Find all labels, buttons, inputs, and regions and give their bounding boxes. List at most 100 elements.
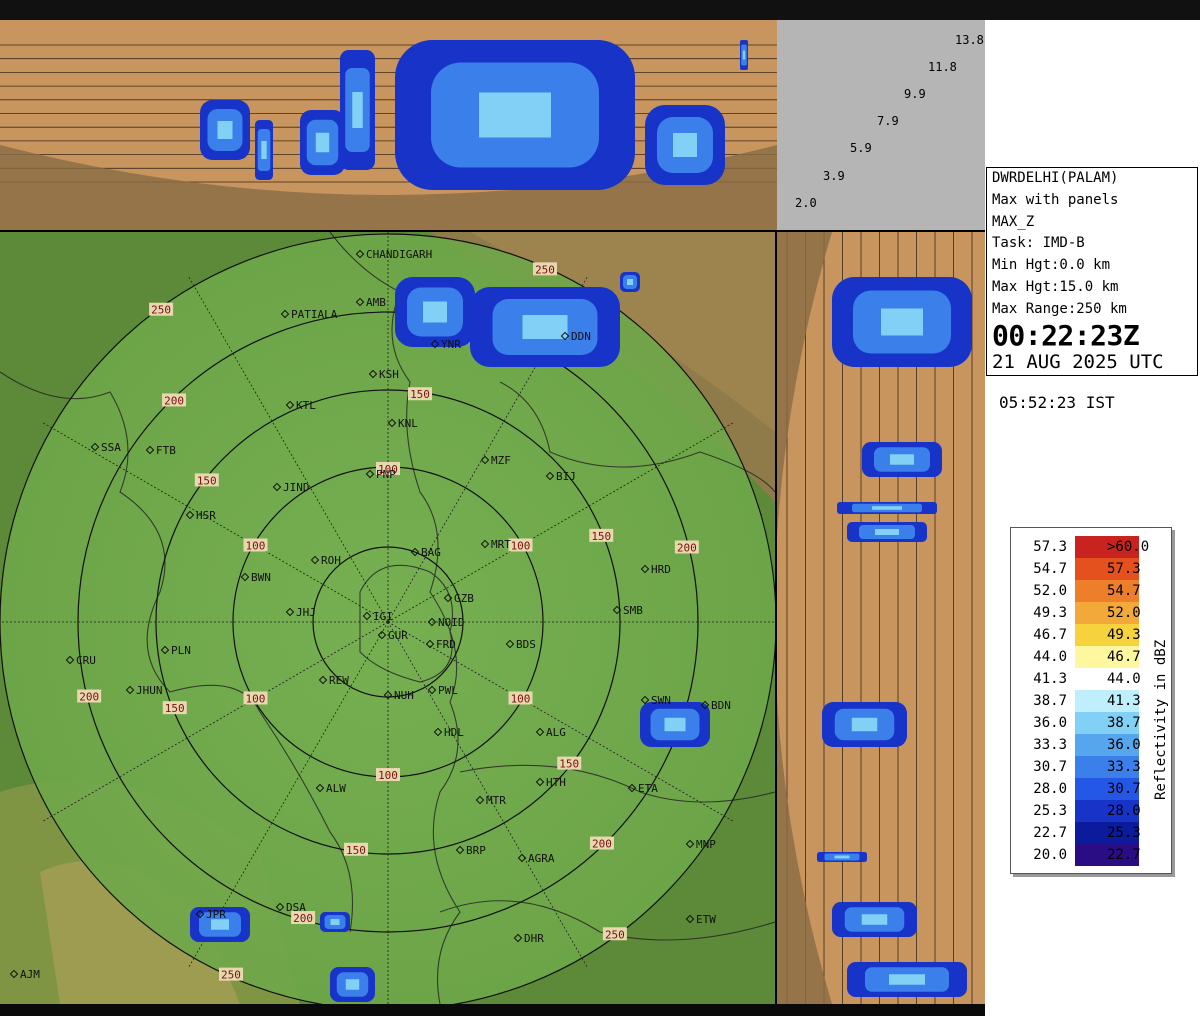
side-echoes	[817, 277, 972, 997]
top-echo	[200, 100, 250, 160]
legend-row: 36.0 38.7	[1019, 712, 1141, 734]
city-label: ETW	[696, 913, 716, 926]
top-echo	[255, 120, 273, 180]
range-ring-label: 150	[410, 388, 430, 401]
city-label: BAG	[421, 546, 441, 559]
city-label: PNP	[376, 468, 396, 481]
city-label: BIJ	[556, 470, 576, 483]
radar-ppi-map: 100 100 100 100 100 100 150 150 150 150 150 150 200 2…	[0, 232, 775, 1004]
range-ring-label: 100	[246, 693, 266, 706]
height-label-5: 5.9	[850, 141, 872, 155]
city-label: SMB	[623, 604, 643, 617]
legend-high-value: 49.3	[1107, 627, 1141, 643]
city-label: NOID	[438, 616, 465, 629]
legend-high-value: 52.0	[1107, 605, 1141, 621]
city-label: HSR	[196, 509, 216, 522]
height-label-7: 2.0	[795, 196, 817, 210]
legend-low-value: 28.0	[1033, 781, 1067, 797]
height-label-4: 7.9	[877, 114, 899, 128]
top-echo	[395, 40, 635, 190]
legend-high-value: 25.3	[1107, 825, 1141, 841]
legend-row: 28.0 30.7	[1019, 778, 1141, 800]
city-label: KSH	[379, 368, 399, 381]
range-ring-label: 100	[246, 540, 266, 553]
city-label: BDS	[516, 638, 536, 651]
range-ring-label: 250	[605, 928, 625, 941]
city-label: CHANDIGARH	[366, 248, 432, 261]
legend-low-value: 33.3	[1033, 737, 1067, 753]
city-label: KTL	[296, 399, 316, 412]
reflectivity-legend: Reflectivity in dBZ 57.3 >60.0 54.7 57.3 52.…	[1010, 527, 1172, 874]
legend-row: 52.0 54.7	[1019, 580, 1141, 602]
city-label: ALG	[546, 726, 566, 739]
city-label: DHR	[524, 932, 544, 945]
station-name: DWRDELHI(PALAM)	[992, 170, 1119, 186]
legend-low-value: 22.7	[1033, 825, 1067, 841]
city-label: BDN	[711, 699, 731, 712]
legend-low-value: 41.3	[1033, 671, 1067, 687]
range-ring-label: 200	[677, 541, 697, 554]
legend-row: 46.7 49.3	[1019, 624, 1141, 646]
city-label: JHUN	[136, 684, 163, 697]
city-label: ETA	[638, 782, 658, 795]
city-label: GUR	[388, 629, 408, 642]
legend-row: 41.3 44.0	[1019, 668, 1141, 690]
legend-high-value: 57.3	[1107, 561, 1141, 577]
min-height: Min Hgt:0.0 km	[992, 257, 1111, 274]
top-echo	[300, 110, 345, 175]
city-label: PATIALA	[291, 308, 338, 321]
max-range: Max Range:250 km	[992, 300, 1127, 317]
top-echoes	[200, 40, 748, 190]
legend-row: 44.0 46.7	[1019, 646, 1141, 668]
range-ring-label: 250	[535, 263, 555, 276]
legend-high-value: >60.0	[1107, 539, 1150, 555]
range-ring-label: 250	[151, 304, 171, 317]
city-label: HRD	[651, 563, 671, 576]
side-echo	[837, 502, 937, 514]
legend-high-value: 30.7	[1107, 781, 1141, 797]
city-label: MRT	[491, 538, 511, 551]
city-label: ALW	[326, 782, 346, 795]
city-label: CRU	[76, 654, 96, 667]
radar-map-svg: 1001001001001001001501501501501501502002…	[0, 232, 775, 1004]
height-label-3: 9.9	[904, 87, 926, 101]
legend-low-value: 49.3	[1033, 605, 1067, 621]
legend-high-value: 44.0	[1107, 671, 1141, 687]
city-label: DDN	[571, 330, 591, 343]
city-label: JHJ	[296, 606, 316, 619]
legend-low-value: 46.7	[1033, 627, 1067, 643]
range-ring-label: 200	[293, 912, 313, 925]
side-cross-section-svg	[777, 232, 973, 1004]
map-echo	[620, 272, 640, 292]
utc-time: 00:22:23Z	[992, 318, 1140, 352]
city-label: AJM	[20, 968, 40, 981]
legend-low-value: 30.7	[1033, 759, 1067, 775]
range-ring-label: 200	[164, 394, 184, 407]
height-scale-panel: 13.8 11.8 9.9 7.9 5.9 3.9 2.0	[777, 20, 985, 230]
range-ring-label: 150	[197, 474, 217, 487]
height-label-6: 3.9	[823, 169, 845, 183]
height-label-1: 13.8	[955, 33, 984, 47]
legend-high-value: 41.3	[1107, 693, 1141, 709]
range-ring-label: 250	[221, 969, 241, 982]
legend-low-value: 57.3	[1033, 539, 1067, 555]
product-name: Max with panels	[992, 191, 1119, 208]
side-echo	[862, 442, 942, 477]
top-echo	[645, 105, 725, 185]
legend-row: 49.3 52.0	[1019, 602, 1141, 624]
map-echo	[470, 287, 620, 367]
range-ring-label: 200	[79, 691, 99, 704]
field-name: MAX_Z	[992, 213, 1035, 230]
legend-row: 54.7 57.3	[1019, 558, 1141, 580]
range-ring-label: 100	[511, 693, 531, 706]
city-label: FTB	[156, 444, 176, 457]
city-label: AGRA	[528, 852, 555, 865]
city-label: AMB	[366, 296, 386, 309]
legend-high-value: 54.7	[1107, 583, 1141, 599]
city-label: DSA	[286, 901, 306, 914]
utc-date: 21 AUG 2025 UTC	[992, 350, 1164, 373]
legend-row: 38.7 41.3	[1019, 690, 1141, 712]
city-label: JPR	[206, 908, 226, 921]
city-label: SWN	[651, 694, 671, 707]
max-height: Max Hgt:15.0 km	[992, 278, 1119, 295]
